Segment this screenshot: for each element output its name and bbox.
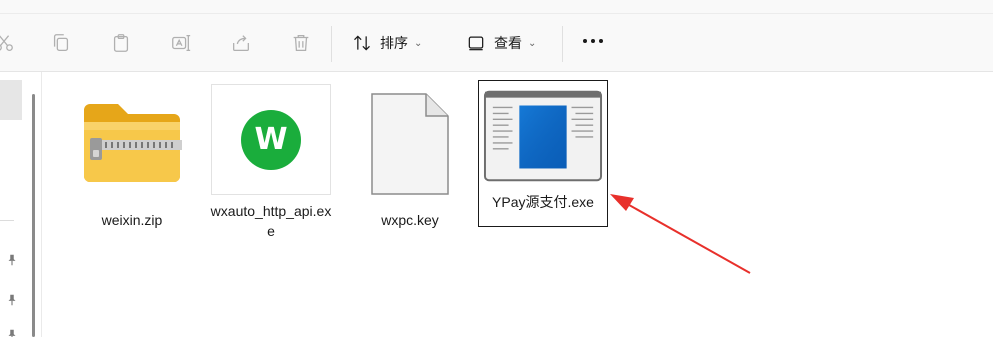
blank-file-icon (350, 84, 470, 204)
file-item[interactable]: weixin.zip (67, 81, 197, 241)
exe-window-icon (483, 84, 603, 188)
toolbar-divider (331, 26, 332, 62)
window-top-strip (0, 0, 993, 14)
copy-icon[interactable] (49, 31, 73, 55)
share-icon[interactable] (229, 31, 253, 55)
command-bar: 排序 ⌄ 查看 ⌄ (0, 14, 993, 72)
view-icon (468, 36, 484, 51)
app-letter: W (254, 122, 288, 157)
nav-scrollbar[interactable] (32, 94, 35, 337)
navigation-pane (0, 72, 42, 337)
file-name: wxpc.key (381, 212, 439, 228)
nav-divider (0, 220, 14, 221)
delete-icon[interactable] (289, 31, 313, 55)
sort-icon (354, 35, 370, 51)
file-name: YPay源支付.exe (492, 194, 594, 210)
pin-icon (8, 254, 16, 266)
file-name: weixin.zip (101, 212, 163, 228)
cut-icon[interactable] (0, 31, 16, 55)
view-button[interactable]: 查看 ⌄ (466, 29, 536, 57)
paste-icon[interactable] (109, 31, 133, 55)
toolbar-divider (562, 26, 563, 62)
chevron-down-icon: ⌄ (528, 37, 537, 49)
wechat-app-icon: W (211, 84, 331, 195)
rename-icon[interactable] (169, 31, 193, 55)
pin-icon (8, 329, 16, 337)
sort-label: 排序 (380, 35, 408, 51)
file-list: weixin.zip W wxauto_http_api.exe wxpc.ke… (43, 73, 993, 337)
view-label: 查看 (494, 35, 522, 51)
file-item[interactable]: wxpc.key (345, 81, 475, 241)
sort-button[interactable]: 排序 ⌄ (352, 29, 422, 57)
zip-folder-icon (72, 84, 192, 204)
file-item[interactable]: W wxauto_http_api.exe (206, 81, 336, 241)
pin-icon (8, 294, 16, 306)
more-options-icon[interactable] (583, 39, 603, 43)
chevron-down-icon: ⌄ (414, 37, 423, 49)
file-item-selected[interactable]: YPay源支付.exe (478, 80, 608, 227)
file-name: wxauto_http_api.exe (210, 203, 332, 239)
nav-selected-item[interactable] (0, 80, 22, 120)
